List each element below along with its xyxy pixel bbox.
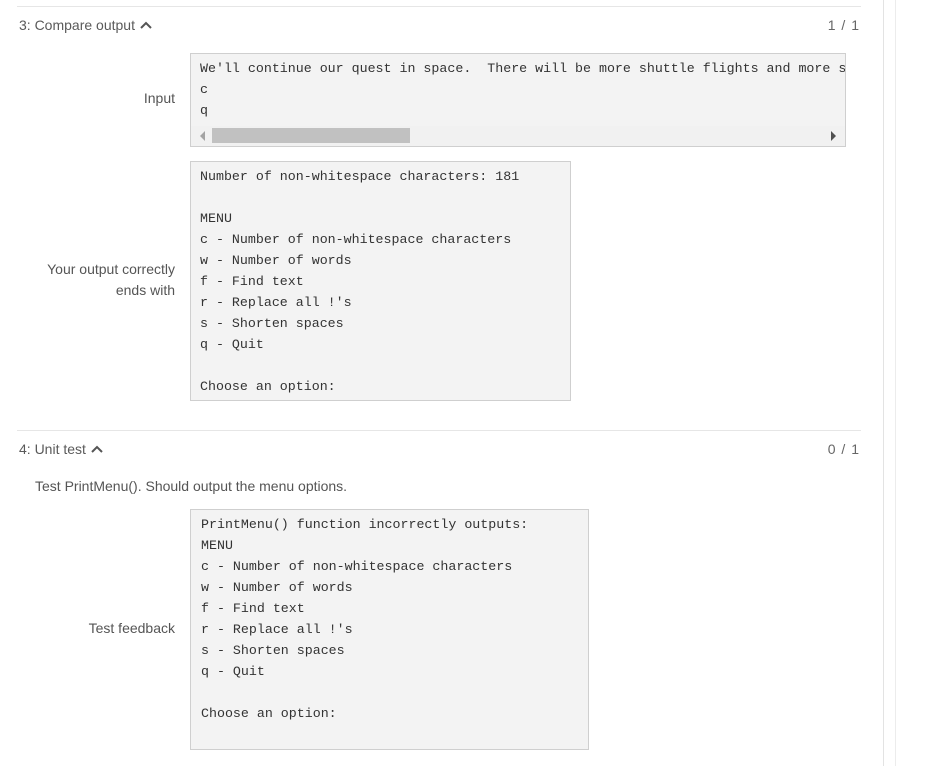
feedback-line: PrintMenu() function incorrectly outputs… [201,517,529,532]
output-text: Number of non-whitespace characters: 181… [191,162,570,397]
feedback-box: PrintMenu() function incorrectly outputs… [190,509,589,750]
output-line: c - Number of non-whitespace characters [200,232,512,247]
output-line: w - Number of words [200,253,352,268]
arrow-left-icon[interactable] [200,131,205,141]
feedback-line: f - Find text [201,601,305,616]
section-divider [17,430,861,431]
input-box[interactable]: We'll continue our quest in space. There… [190,53,846,147]
input-line: We'll continue our quest in space. There… [200,61,845,76]
feedback-line: w - Number of words [201,580,353,595]
output-line: f - Find text [200,274,304,289]
input-label: Input [143,90,175,106]
output-label-line: Your output correctly [47,261,175,277]
output-line: Choose an option: [200,379,336,394]
section-4-score: 0 / 1 [827,441,860,457]
output-box: Number of non-whitespace characters: 181… [190,161,571,401]
scroll-gutter-border [895,0,896,766]
section-3-title: 3: Compare output [19,17,135,33]
feedback-line: q - Quit [201,664,265,679]
feedback-line: MENU [201,538,233,553]
section-4-title: 4: Unit test [19,441,86,457]
content-right-border [883,0,884,766]
chevron-up-icon [91,445,103,453]
output-line: Number of non-whitespace characters: 181 [200,169,520,184]
output-line: q - Quit [200,337,264,352]
unit-test-description: Test PrintMenu(). Should output the menu… [35,478,348,494]
feedback-label: Test feedback [88,620,175,636]
section-4-toggle[interactable]: 4: Unit test [19,441,104,457]
feedback-line: Choose an option: [201,706,337,721]
feedback-line: r - Replace all !'s [201,622,353,637]
feedback-line: c - Number of non-whitespace characters [201,559,513,574]
input-line: q [200,103,208,118]
output-line: r - Replace all !'s [200,295,352,310]
scrollbar-thumb[interactable] [212,128,410,143]
output-line: s - Shorten spaces [200,316,344,331]
output-label-line: ends with [115,282,175,298]
arrow-right-icon[interactable] [831,131,836,141]
horizontal-scrollbar[interactable] [191,126,845,146]
chevron-up-icon [140,21,152,29]
feedback-line: s - Shorten spaces [201,643,345,658]
feedback-text: PrintMenu() function incorrectly outputs… [191,510,588,724]
section-3-score: 1 / 1 [827,17,860,33]
input-text: We'll continue our quest in space. There… [191,54,845,128]
top-divider [17,6,861,7]
section-3-toggle[interactable]: 3: Compare output [19,17,153,33]
input-line: c [200,82,208,97]
output-line: MENU [200,211,232,226]
output-label: Your output correctly ends with [47,259,175,301]
